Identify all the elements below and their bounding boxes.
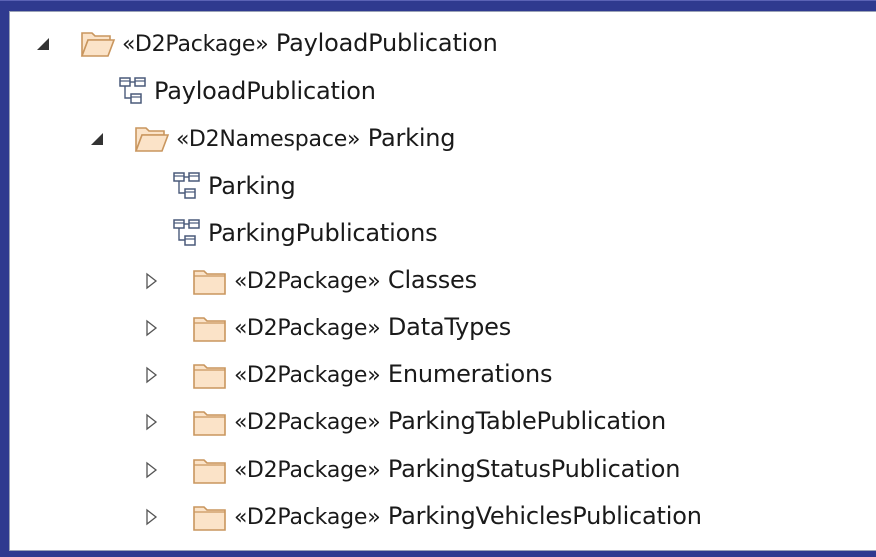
tree-item-label: «D2Package» DataTypes xyxy=(234,307,511,349)
tree-row[interactable]: «D2Package» Classes xyxy=(10,261,876,301)
element-name: Classes xyxy=(387,265,477,294)
class-diagram-icon xyxy=(172,218,202,248)
folder-closed-icon xyxy=(192,406,228,438)
element-name: PayloadPublication xyxy=(154,77,376,106)
tree-item-label: «D2Package» PayloadPublication xyxy=(122,23,498,65)
tree-item-label: «D2Package» Enumerations xyxy=(234,354,552,396)
class-diagram-icon xyxy=(118,76,148,106)
collapse-arrow-icon[interactable] xyxy=(86,128,108,150)
element-name: PayloadPublication xyxy=(275,29,498,57)
class-diagram-icon xyxy=(172,171,202,201)
expand-arrow-icon[interactable] xyxy=(140,364,162,386)
tree-item-label: ParkingPublications xyxy=(208,213,438,253)
tree-item-label: «D2Namespace» Parking xyxy=(176,118,456,160)
tree-row[interactable]: «D2Namespace» Parking xyxy=(10,119,876,159)
stereotype-label: «D2Namespace» xyxy=(176,126,361,152)
expand-arrow-icon[interactable] xyxy=(140,270,162,292)
element-name: ParkingPublications xyxy=(208,219,438,248)
expand-arrow-icon[interactable] xyxy=(140,506,162,528)
element-name: Enumerations xyxy=(387,360,553,389)
tree-item-label: «D2Package» ParkingTablePublication xyxy=(234,401,666,443)
stereotype-label: «D2Package» xyxy=(122,32,269,57)
tree-item-label: «D2Package» Classes xyxy=(234,260,477,302)
tree-item-label: «D2Package» ParkingStatusPublication xyxy=(234,449,680,491)
stereotype-label: «D2Package» xyxy=(234,363,381,389)
tree-row[interactable]: «D2Package» ParkingVehiclesPublication xyxy=(10,497,876,537)
folder-closed-icon xyxy=(192,359,228,391)
expand-arrow-icon[interactable] xyxy=(140,317,162,339)
tree-row[interactable]: PayloadPublication xyxy=(10,71,876,111)
collapse-arrow-icon[interactable] xyxy=(32,33,54,55)
tree-row[interactable]: «D2Package» PayloadPublication xyxy=(10,24,876,64)
stereotype-label: «D2Package» xyxy=(234,268,381,294)
element-name: ParkingVehiclesPublication xyxy=(387,502,702,530)
window-frame: «D2Package» PayloadPublication PayloadPub… xyxy=(0,0,876,557)
project-browser-tree[interactable]: «D2Package» PayloadPublication PayloadPub… xyxy=(9,11,876,551)
folder-closed-icon xyxy=(192,312,228,344)
element-name: DataTypes xyxy=(387,312,512,341)
stereotype-label: «D2Package» xyxy=(234,505,381,530)
element-name: Parking xyxy=(367,123,456,152)
stereotype-label: «D2Package» xyxy=(234,315,381,341)
element-name: Parking xyxy=(208,171,296,200)
tree-row[interactable]: «D2Package» ParkingStatusPublication xyxy=(10,450,876,490)
tree-item-label: Parking xyxy=(208,166,296,206)
tree-row[interactable]: «D2Package» Enumerations xyxy=(10,355,876,395)
folder-open-icon xyxy=(134,123,170,155)
folder-closed-icon xyxy=(192,265,228,297)
tree-row[interactable]: «D2Package» ParkingTablePublication xyxy=(10,402,876,442)
element-name: ParkingStatusPublication xyxy=(387,454,681,483)
tree-row[interactable]: «D2Package» DataTypes xyxy=(10,308,876,348)
tree-row[interactable]: ParkingPublications xyxy=(10,213,876,253)
tree-row[interactable]: Parking xyxy=(10,166,876,206)
folder-closed-icon xyxy=(192,454,228,486)
stereotype-label: «D2Package» xyxy=(234,410,381,436)
stereotype-label: «D2Package» xyxy=(234,457,381,483)
element-name: ParkingTablePublication xyxy=(387,407,667,436)
expand-arrow-icon[interactable] xyxy=(140,411,162,433)
expand-arrow-icon[interactable] xyxy=(140,459,162,481)
folder-open-icon xyxy=(80,28,116,60)
tree-item-label: «D2Package» ParkingVehiclesPublication xyxy=(234,496,702,538)
folder-closed-icon xyxy=(192,501,228,533)
tree-item-label: PayloadPublication xyxy=(154,71,376,111)
